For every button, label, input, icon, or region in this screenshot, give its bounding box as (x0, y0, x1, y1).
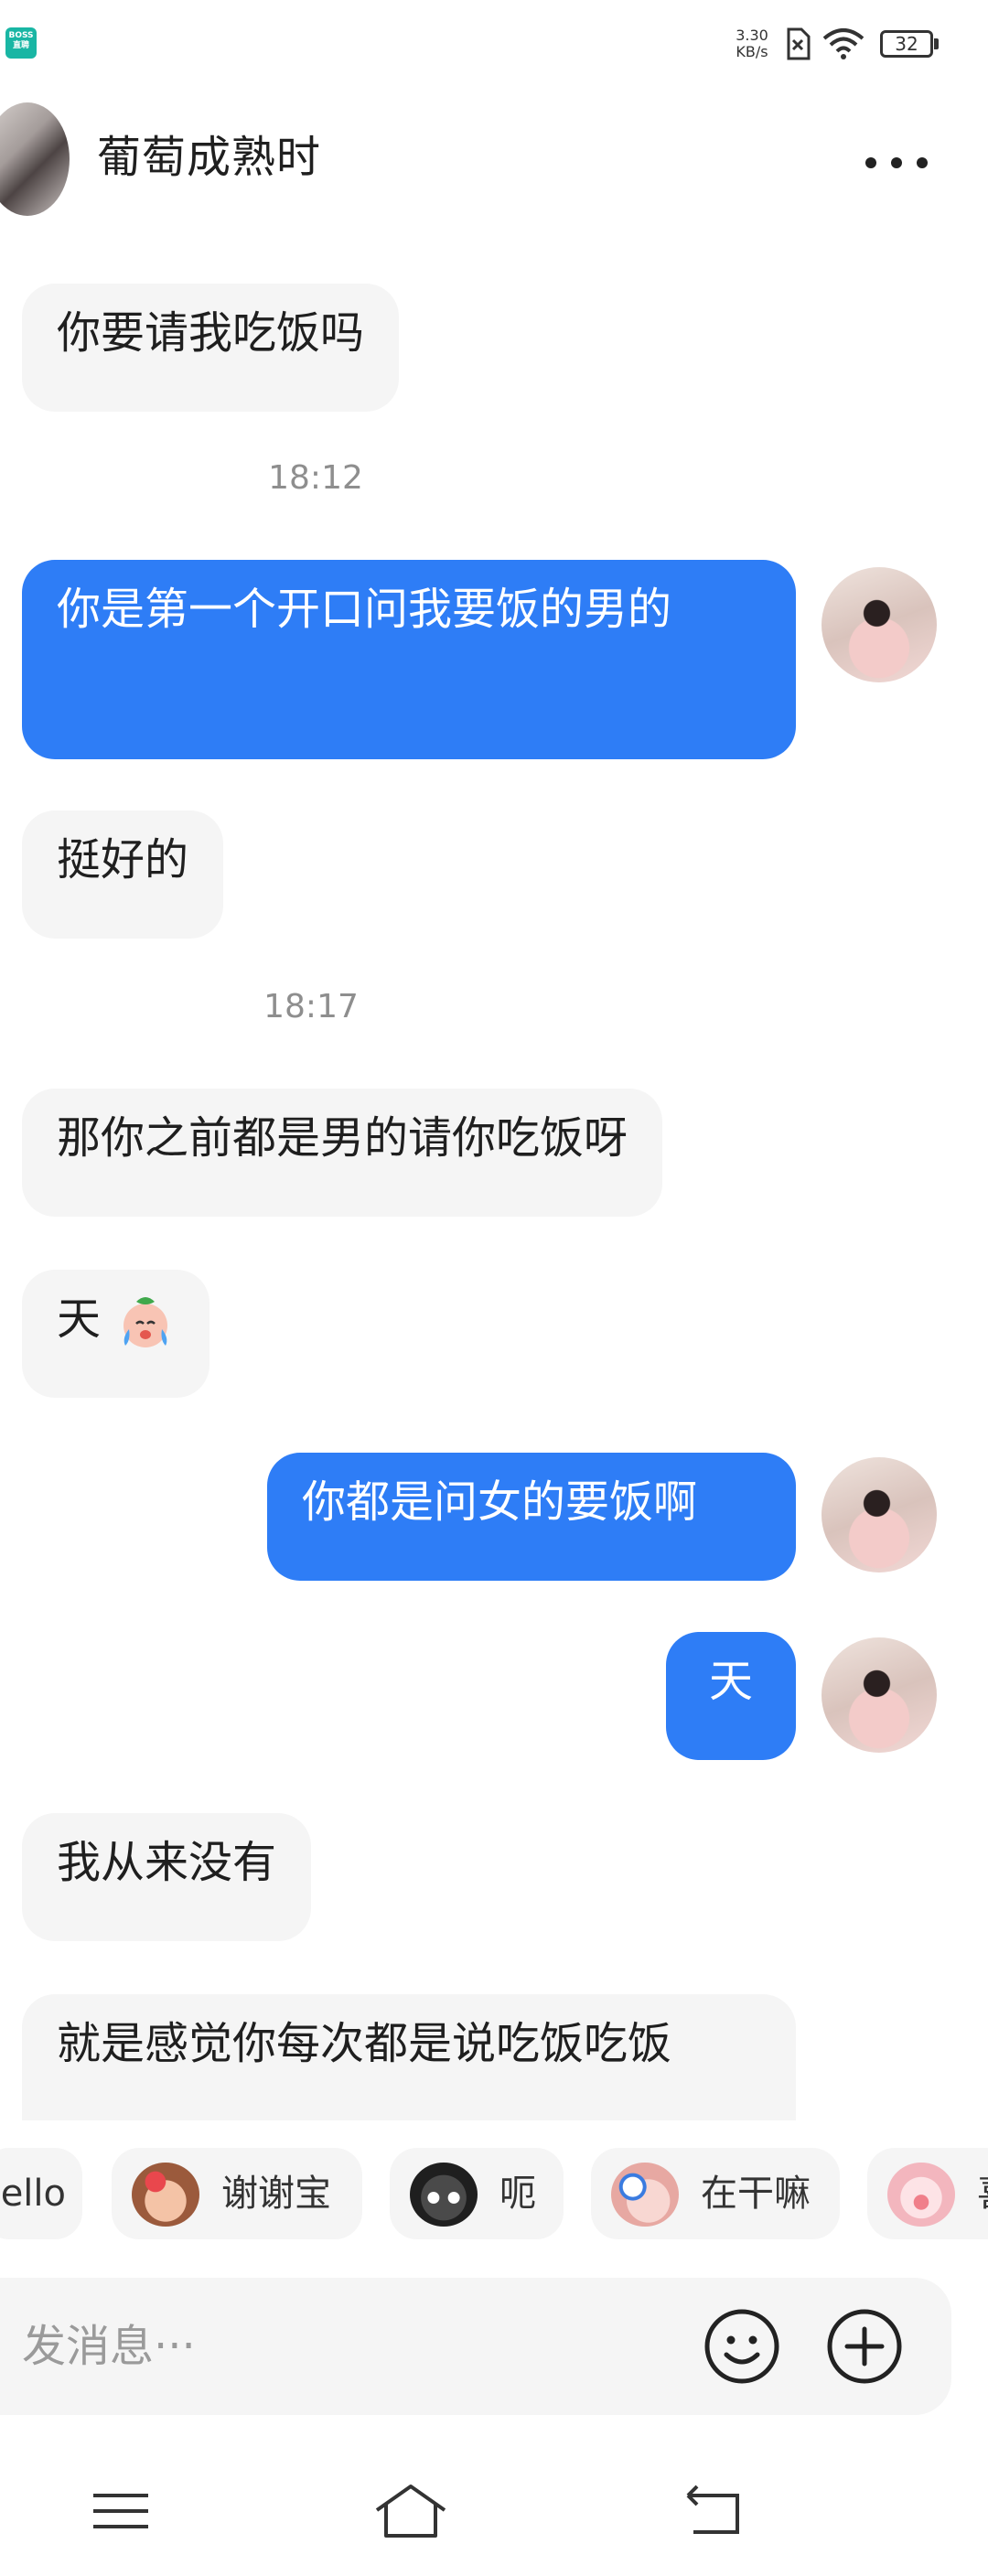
quick-reply-chip[interactable]: 谢谢宝 (112, 2148, 362, 2239)
plus-button-icon[interactable] (823, 2305, 906, 2388)
network-speed: 3.30 KB/s (728, 27, 776, 60)
chip-label: 呃 (499, 2173, 536, 2215)
network-speed-value: 3.30 (736, 27, 768, 44)
cat-sticker-icon (410, 2163, 478, 2227)
chat-header: 葡萄成熟时 (0, 91, 988, 229)
message-bubble-outgoing[interactable]: 天 (666, 1632, 796, 1760)
more-options-button[interactable] (860, 137, 933, 183)
message-bubble-incoming[interactable]: 就是感觉你每次都是说吃饭吃饭 (22, 1994, 796, 2120)
menu-icon[interactable] (84, 2479, 157, 2543)
app-badge-top: BOSS (8, 31, 34, 40)
message-bubble-outgoing[interactable]: 你都是问女的要饭啊 (267, 1453, 796, 1581)
quick-reply-chip[interactable]: Hello (0, 2148, 82, 2239)
pig-sticker-icon (887, 2163, 955, 2227)
timestamp: 18:17 (263, 988, 359, 1025)
message-input-bar: 发消息··· (0, 2278, 951, 2415)
message-text: 挺好的 (57, 834, 189, 886)
message-bubble-incoming[interactable]: 你要请我吃饭吗 (22, 284, 400, 412)
message-bubble-incoming[interactable]: 挺好的 (22, 810, 224, 939)
contact-name[interactable]: 葡萄成熟时 (97, 130, 321, 185)
emoji-button-icon[interactable] (701, 2305, 783, 2388)
message-text: 你是第一个开口问我要饭的男的 (57, 584, 672, 635)
message-bubble-incoming[interactable]: 我从来没有 (22, 1813, 312, 1941)
message-text: 天 (708, 1656, 753, 1707)
message-bubble-incoming[interactable]: 那你之前都是男的请你吃饭呀 (22, 1089, 663, 1217)
home-icon[interactable] (370, 2479, 452, 2543)
message-text: 那你之前都是男的请你吃饭呀 (57, 1112, 628, 1164)
message-bubble-outgoing[interactable]: 你是第一个开口问我要饭的男的 (22, 560, 796, 759)
chip-label: 谢谢宝 (221, 2173, 331, 2215)
quick-reply-chip[interactable]: 喜 (867, 2148, 988, 2239)
system-nav-bar (0, 2452, 988, 2576)
quick-reply-chip[interactable]: 在干嘛 (591, 2148, 840, 2239)
my-avatar[interactable] (822, 1637, 937, 1753)
message-text: 你要请我吃饭吗 (57, 307, 365, 359)
magnifier-sticker-icon (611, 2163, 679, 2227)
message-text: 天 (57, 1293, 102, 1345)
more-dot (917, 157, 928, 168)
boss-app-badge-icon: BOSS 直聘 (5, 27, 37, 59)
sim-no-service-icon (787, 27, 811, 60)
battery-tip (934, 38, 939, 49)
flower-girl-sticker-icon (132, 2163, 199, 2227)
network-speed-unit: KB/s (736, 43, 768, 60)
battery-level: 32 (895, 33, 918, 55)
more-dot (891, 157, 902, 168)
app-badge-bottom: 直聘 (12, 41, 29, 50)
timestamp: 18:12 (268, 459, 363, 497)
contact-avatar[interactable] (0, 102, 70, 216)
my-avatar[interactable] (822, 1457, 937, 1572)
back-icon[interactable] (677, 2479, 750, 2543)
wifi-icon (822, 28, 864, 59)
quick-reply-chip[interactable]: 呃 (390, 2148, 564, 2239)
battery-icon: 32 (880, 30, 933, 58)
chip-label: 在干嘛 (701, 2173, 811, 2215)
message-bubble-incoming[interactable]: 天 (22, 1270, 210, 1398)
message-text: 我从来没有 (57, 1837, 277, 1888)
more-dots-icon (865, 157, 876, 168)
my-avatar[interactable] (822, 567, 937, 682)
message-text: 就是感觉你每次都是说吃饭吃饭 (57, 2018, 672, 2069)
status-bar: BOSS 直聘 3.30 KB/s 32 (0, 0, 988, 91)
chip-label: Hello (0, 2173, 66, 2215)
chip-label: 喜 (977, 2148, 988, 2239)
message-text: 你都是问女的要饭啊 (302, 1476, 698, 1528)
crying-face-emoji-icon (124, 1297, 168, 1347)
quick-reply-bar: Hello 谢谢宝 呃 在干嘛 喜 (0, 2139, 988, 2249)
message-input[interactable]: 发消息··· (22, 2314, 196, 2378)
message-list[interactable]: 你要请我吃饭吗 18:12 你是第一个开口问我要饭的男的 挺好的 18:17 那… (0, 229, 988, 2120)
